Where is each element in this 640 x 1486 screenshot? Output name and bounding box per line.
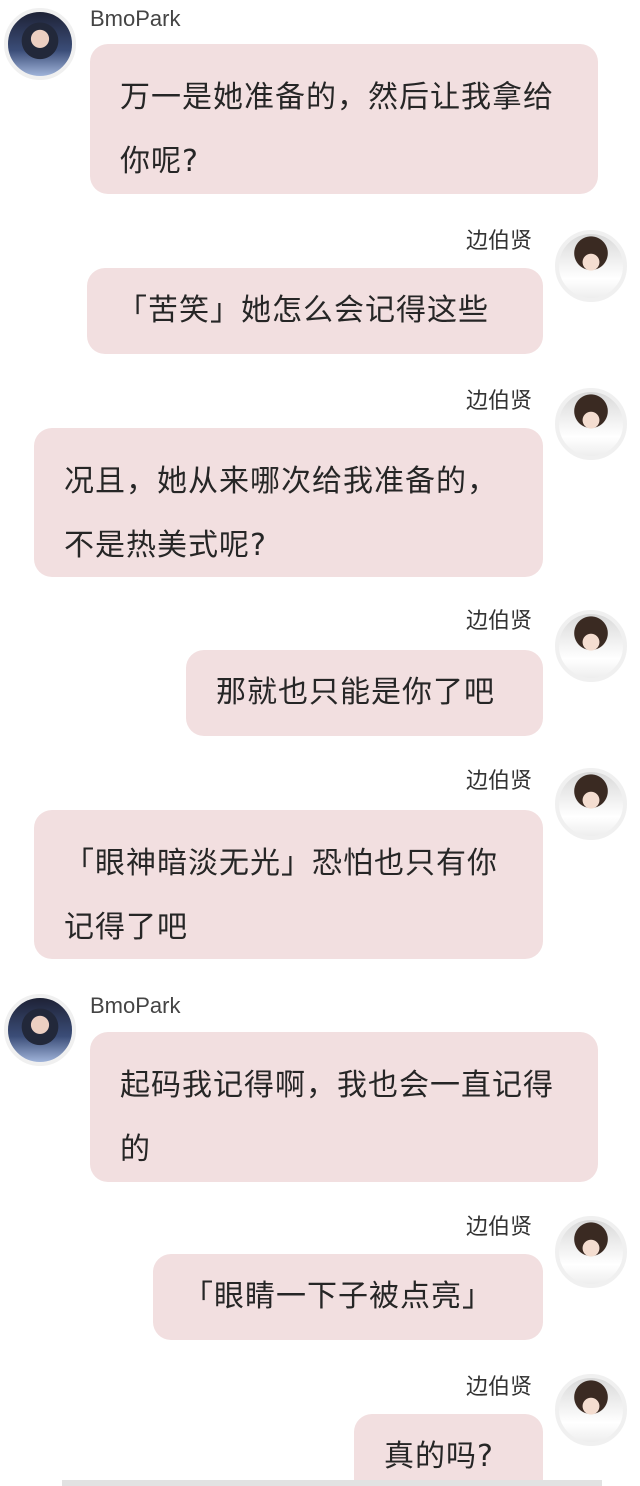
message-bubble[interactable]: 况且，她从来哪次给我准备的，不是热美式呢? [34, 428, 543, 577]
message-bubble[interactable]: 那就也只能是你了吧 [186, 650, 543, 736]
message-bubble[interactable]: 万一是她准备的，然后让我拿给你呢? [90, 44, 598, 194]
bottom-divider [62, 1480, 602, 1486]
avatar[interactable] [4, 8, 76, 80]
avatar[interactable] [555, 388, 627, 460]
message-bubble[interactable]: 起码我记得啊，我也会一直记得的 [90, 1032, 598, 1182]
sender-name: BmoPark [90, 6, 181, 31]
sender-name: 边伯贤 [466, 1215, 533, 1240]
message-outgoing: 边伯贤 真的吗? [0, 1366, 640, 1486]
avatar[interactable] [555, 230, 627, 302]
avatar[interactable] [555, 610, 627, 682]
sender-name: 边伯贤 [466, 229, 533, 254]
message-bubble[interactable]: 「眼神暗淡无光」恐怕也只有你记得了吧 [34, 810, 543, 959]
avatar[interactable] [555, 768, 627, 840]
sender-name: BmoPark [90, 993, 181, 1018]
message-bubble[interactable]: 「眼睛一下子被点亮」 [153, 1254, 543, 1340]
sender-name: 边伯贤 [466, 389, 533, 414]
chat-thread: BmoPark 万一是她准备的，然后让我拿给你呢? 边伯贤 「苦笑」她怎么会记得… [0, 0, 640, 1486]
sender-name: 边伯贤 [466, 1375, 533, 1400]
avatar[interactable] [555, 1374, 627, 1446]
message-outgoing: 边伯贤 那就也只能是你了吧 [0, 600, 640, 740]
message-incoming: BmoPark 万一是她准备的，然后让我拿给你呢? [0, 0, 640, 200]
avatar[interactable] [4, 994, 76, 1066]
message-outgoing: 边伯贤 「眼睛一下子被点亮」 [0, 1206, 640, 1346]
sender-name: 边伯贤 [466, 609, 533, 634]
sender-name: 边伯贤 [466, 769, 533, 794]
message-outgoing: 边伯贤 「眼神暗淡无光」恐怕也只有你记得了吧 [0, 762, 640, 962]
message-bubble[interactable]: 真的吗? [354, 1414, 543, 1486]
message-bubble[interactable]: 「苦笑」她怎么会记得这些 [87, 268, 543, 354]
message-outgoing: 边伯贤 况且，她从来哪次给我准备的，不是热美式呢? [0, 380, 640, 580]
message-outgoing: 边伯贤 「苦笑」她怎么会记得这些 [0, 220, 640, 360]
avatar[interactable] [555, 1216, 627, 1288]
message-incoming: BmoPark 起码我记得啊，我也会一直记得的 [0, 986, 640, 1186]
